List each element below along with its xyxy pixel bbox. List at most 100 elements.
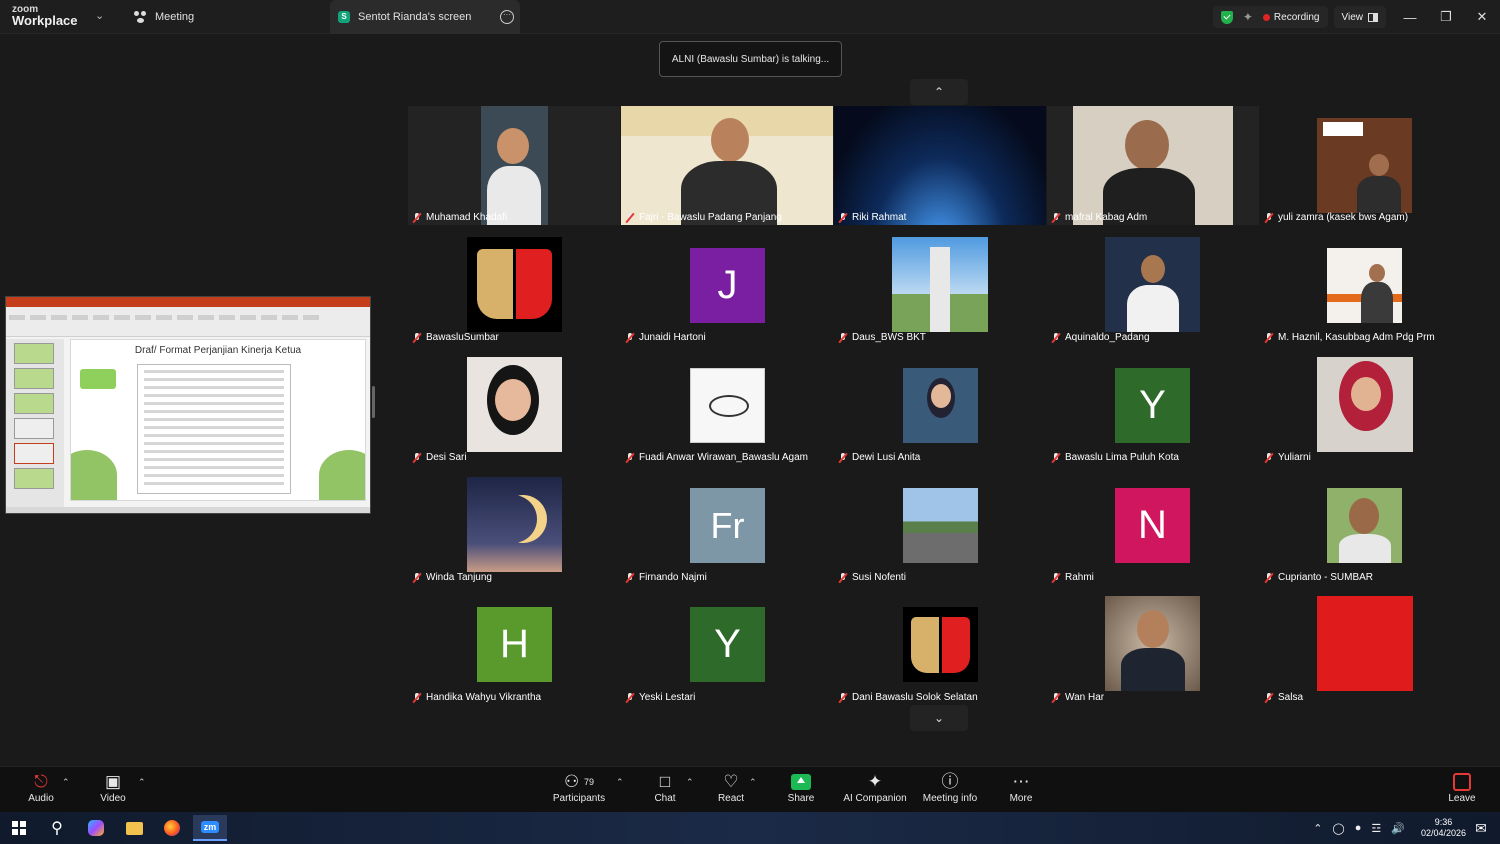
volume-icon[interactable]: 🔊 bbox=[1391, 822, 1405, 835]
participant-avatar bbox=[690, 368, 765, 443]
participant-tile[interactable]: yuli zamra (kasek bws Agam) bbox=[1260, 106, 1472, 225]
leave-button[interactable]: Leave bbox=[1424, 771, 1500, 811]
participant-name: Desi Sari bbox=[426, 452, 467, 463]
mic-muted-icon bbox=[838, 572, 848, 583]
chevron-up-icon[interactable]: ⌃ bbox=[1313, 822, 1322, 835]
security-status[interactable]: ✦ Recording bbox=[1212, 6, 1328, 28]
meeting-info-label: Meeting info bbox=[922, 793, 978, 804]
participant-tile[interactable]: Dewi Lusi Anita bbox=[834, 346, 1046, 465]
firefox-button[interactable] bbox=[155, 815, 189, 841]
participant-name: mafral Kabag Adm bbox=[1065, 212, 1148, 223]
close-button[interactable]: ✕ bbox=[1464, 0, 1500, 34]
participant-tile[interactable]: mafral Kabag Adm bbox=[1047, 106, 1259, 225]
title-bar: zoom Workplace ⌄ Meeting S Sentot Rianda… bbox=[0, 0, 1500, 34]
participant-tile[interactable]: Fuadi Anwar Wirawan_Bawaslu Agam bbox=[621, 346, 833, 465]
participant-tile[interactable]: Dani Bawaslu Solok Selatan bbox=[834, 586, 1046, 705]
notification-center-button[interactable]: ✉ bbox=[1464, 815, 1498, 841]
participant-tile[interactable]: J Junaidi Hartoni bbox=[621, 226, 833, 345]
participant-tile[interactable]: Winda Tanjung bbox=[408, 466, 620, 585]
zoom-workplace-logo[interactable]: zoom Workplace bbox=[12, 4, 78, 27]
sharer-initial-badge: S bbox=[338, 11, 350, 23]
react-button[interactable]: ♡ React bbox=[693, 771, 769, 811]
participant-initial-avatar: Y bbox=[1115, 368, 1190, 443]
participant-tile[interactable]: Salsa bbox=[1260, 586, 1472, 705]
clock-date: 02/04/2026 bbox=[1420, 828, 1466, 838]
participant-avatar bbox=[892, 237, 988, 332]
notification-icon: ✉ bbox=[1475, 819, 1487, 836]
participant-name: Dewi Lusi Anita bbox=[852, 452, 921, 463]
ai-companion-button[interactable]: ✦ AI Companion bbox=[837, 771, 913, 811]
file-explorer-button[interactable] bbox=[117, 815, 151, 841]
mic-muted-icon bbox=[1051, 692, 1061, 703]
participant-tile[interactable]: H Handika Wahyu Vikrantha bbox=[408, 586, 620, 705]
participant-tile[interactable]: Wan Har bbox=[1047, 586, 1259, 705]
gallery-next-page-button[interactable]: ⌄ bbox=[910, 705, 968, 731]
mic-muted-icon bbox=[838, 332, 848, 343]
participant-tile[interactable]: Yuliarni bbox=[1260, 346, 1472, 465]
participants-label: Participants bbox=[552, 793, 606, 804]
chevron-down-icon[interactable]: ⌄ bbox=[95, 9, 104, 22]
mic-muted-icon bbox=[412, 452, 422, 463]
share-button[interactable]: Share bbox=[763, 771, 839, 811]
participant-name-label: yuli zamra (kasek bws Agam) bbox=[1264, 212, 1408, 223]
video-options-caret-icon[interactable]: ⌃ bbox=[138, 777, 146, 788]
participant-tile[interactable]: Muhamad Khadafi bbox=[408, 106, 620, 225]
react-options-caret-icon[interactable]: ⌃ bbox=[749, 777, 757, 788]
mic-muted-icon bbox=[625, 332, 635, 343]
camera-tray-icon[interactable]: ◯ bbox=[1332, 822, 1344, 835]
microphone-tray-icon[interactable]: ● bbox=[1355, 822, 1362, 834]
participant-name-label: Dewi Lusi Anita bbox=[838, 452, 920, 463]
wifi-icon[interactable]: ☲ bbox=[1371, 822, 1381, 835]
gallery-prev-page-button[interactable]: ⌃ bbox=[910, 79, 968, 105]
ai-sparkle-icon[interactable]: ✦ bbox=[1243, 10, 1253, 24]
participant-tile[interactable]: Desi Sari bbox=[408, 346, 620, 465]
restore-button[interactable]: ❐ bbox=[1428, 0, 1464, 34]
participant-tile[interactable]: Fajri - Bawaslu Padang Panjang bbox=[621, 106, 833, 225]
participant-name-label: Junaidi Hartoni bbox=[625, 332, 706, 343]
participant-tile[interactable]: Y Yeski Lestari bbox=[621, 586, 833, 705]
clock-time: 9:36 bbox=[1434, 817, 1453, 827]
participant-name-label: Muhamad Khadafi bbox=[412, 212, 507, 223]
participant-tile[interactable]: Fr Firnando Najmi bbox=[621, 466, 833, 585]
participant-name-label: Riki Rahmat bbox=[838, 212, 906, 223]
participant-tile[interactable]: M. Haznil, Kasubbag Adm Pdg Prm bbox=[1260, 226, 1472, 345]
split-view-handle[interactable] bbox=[372, 386, 375, 418]
taskbar-clock[interactable]: 9:36 02/04/2026 bbox=[1421, 817, 1466, 839]
info-icon: ⓘ bbox=[941, 772, 959, 791]
start-button[interactable] bbox=[2, 815, 36, 841]
participant-avatar bbox=[1105, 596, 1200, 691]
minimize-button[interactable]: — bbox=[1392, 0, 1428, 34]
video-label: Video bbox=[100, 793, 126, 804]
participants-button[interactable]: ⚇ 79 Participants bbox=[541, 771, 617, 811]
zoom-taskbar-button[interactable]: zm bbox=[193, 815, 227, 841]
search-button[interactable]: ⚲ bbox=[40, 815, 74, 841]
people-icon bbox=[134, 10, 147, 24]
participant-tile[interactable]: Y Bawaslu Lima Puluh Kota bbox=[1047, 346, 1259, 465]
windows-taskbar: ⚲ zm ⌃ ◯ ● ☲ 🔊 9:36 02/04/2026 ✉ bbox=[0, 812, 1500, 844]
mic-muted-icon bbox=[412, 332, 422, 343]
participant-name: Bawaslu Lima Puluh Kota bbox=[1065, 452, 1179, 463]
participant-tile[interactable]: Aquinaldo_Padang bbox=[1047, 226, 1259, 345]
more-options-icon[interactable]: ··· bbox=[500, 10, 514, 24]
leaf-decoration bbox=[319, 450, 365, 500]
view-button[interactable]: View bbox=[1333, 6, 1386, 28]
participant-tile[interactable]: Daus_BWS BKT bbox=[834, 226, 1046, 345]
tab-shared-screen[interactable]: S Sentot Rianda's screen ··· bbox=[330, 0, 520, 34]
participant-name: Wan Har bbox=[1065, 692, 1105, 703]
copilot-button[interactable] bbox=[79, 815, 113, 841]
participant-tile[interactable]: Susi Nofenti bbox=[834, 466, 1046, 585]
chevron-down-icon: ⌄ bbox=[933, 711, 945, 725]
participant-name: Aquinaldo_Padang bbox=[1065, 332, 1150, 343]
shared-screen-view[interactable]: Draf/ Format Perjanjian Kinerja Ketua bbox=[5, 296, 371, 514]
audio-options-caret-icon[interactable]: ⌃ bbox=[62, 777, 70, 788]
participant-tile[interactable]: Riki Rahmat bbox=[834, 106, 1046, 225]
tab-meeting[interactable]: Meeting bbox=[134, 0, 194, 34]
meeting-info-button[interactable]: ⓘ Meeting info bbox=[912, 771, 988, 811]
participant-tile[interactable]: BawasluSumbar bbox=[408, 226, 620, 345]
participant-tile[interactable]: Cuprianto - SUMBAR bbox=[1260, 466, 1472, 585]
more-button[interactable]: ⋯ More bbox=[983, 771, 1059, 811]
audio-label: Audio bbox=[28, 793, 54, 804]
participant-tile[interactable]: N Rahmi bbox=[1047, 466, 1259, 585]
ai-companion-label: AI Companion bbox=[843, 793, 907, 804]
participants-options-caret-icon[interactable]: ⌃ bbox=[616, 777, 624, 788]
